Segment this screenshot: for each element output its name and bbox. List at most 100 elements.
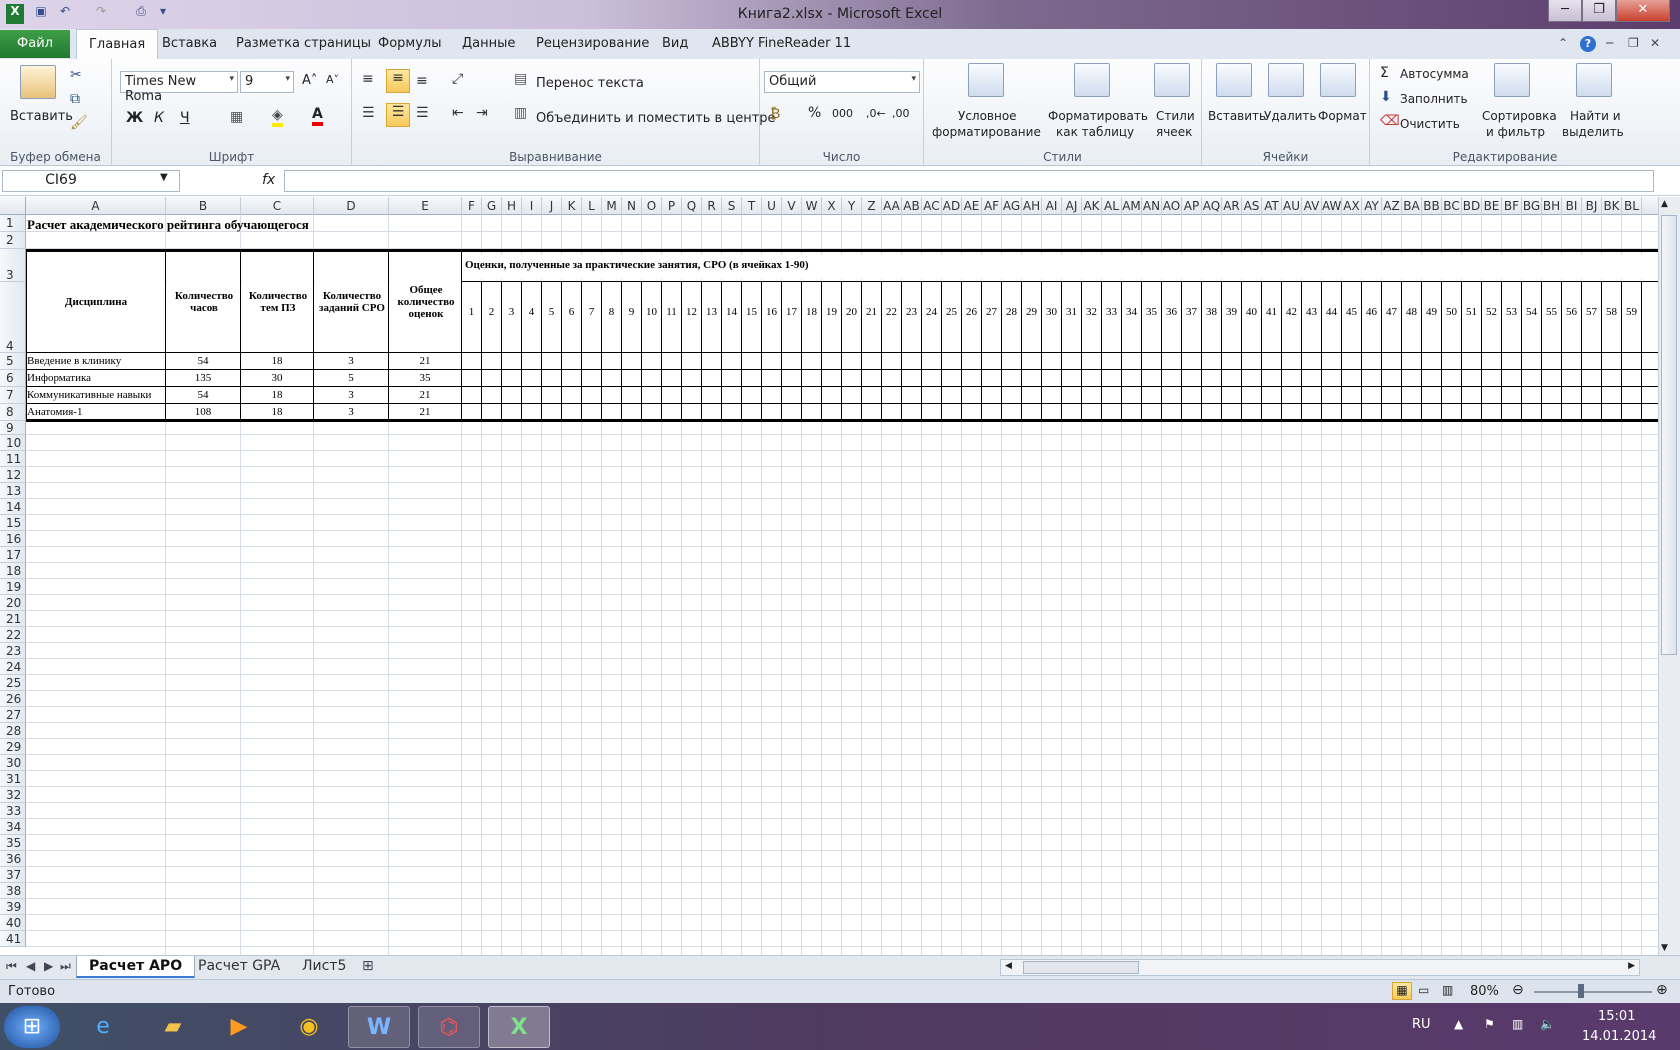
scroll-up-icon[interactable]: ▲ [1661,199,1668,209]
grade-number-cell[interactable]: 5 [542,306,561,322]
column-header-a[interactable]: A [26,197,166,215]
zoom-out-icon[interactable]: ⊖ [1512,982,1524,998]
header-grades[interactable]: Оценки, полученные за практические занят… [463,255,1658,279]
column-header-af[interactable]: AF [982,197,1002,215]
row-header-7[interactable]: 7 [0,387,26,404]
column-header-ai[interactable]: AI [1042,197,1062,215]
column-header-an[interactable]: AN [1142,197,1162,215]
column-header-z[interactable]: Z [862,197,882,215]
tab-page-layout[interactable]: Разметка страницы [236,36,371,51]
column-header-c[interactable]: C [241,197,314,215]
cell-styles-label[interactable]: Стили [1156,109,1195,123]
cell-tasks[interactable]: 3 [314,406,388,419]
column-header-q[interactable]: Q [682,197,702,215]
fill-button[interactable]: Заполнить [1400,92,1468,106]
paste-icon[interactable] [20,65,56,99]
grade-number-cell[interactable]: 34 [1122,306,1141,322]
format-as-table-label2[interactable]: как таблицу [1056,125,1134,139]
comma-style-icon[interactable]: 000 [832,107,853,120]
column-header-au[interactable]: AU [1282,197,1302,215]
column-header-k[interactable]: K [562,197,582,215]
cell-total[interactable]: 21 [389,406,461,419]
column-header-ab[interactable]: AB [902,197,922,215]
grade-number-cell[interactable]: 25 [942,306,961,322]
grade-number-cell[interactable]: 30 [1042,306,1061,322]
grade-number-cell[interactable]: 2 [482,306,501,322]
row-header-38[interactable]: 38 [0,883,26,899]
sheet-nav-first-icon[interactable]: ⏮ [6,959,17,974]
row-header-20[interactable]: 20 [0,595,26,611]
grade-number-cell[interactable]: 57 [1582,306,1601,322]
grade-number-cell[interactable]: 42 [1282,306,1301,322]
percent-icon[interactable]: % [808,105,821,121]
row-header-15[interactable]: 15 [0,515,26,531]
row-header-35[interactable]: 35 [0,835,26,851]
grow-font-icon[interactable]: A˄ [302,73,317,88]
media-player-icon[interactable]: ▶ [208,1006,270,1048]
column-header-bi[interactable]: BI [1562,197,1582,215]
column-header-ap[interactable]: AP [1182,197,1202,215]
action-center-icon[interactable]: ⚑ [1484,1017,1495,1031]
grade-number-cell[interactable]: 38 [1202,306,1221,322]
grade-number-cell[interactable]: 12 [682,306,701,322]
row-header-28[interactable]: 28 [0,723,26,739]
clear-icon[interactable]: ⌫ [1380,113,1400,129]
grade-number-cell[interactable]: 54 [1522,306,1541,322]
column-header-ad[interactable]: AD [942,197,962,215]
row-header-36[interactable]: 36 [0,851,26,867]
sheet-tab-gpa[interactable]: Расчет GPA [186,956,292,978]
copy-icon[interactable]: ⧉ [70,91,80,107]
grade-number-cell[interactable]: 36 [1162,306,1181,322]
column-header-at[interactable]: AT [1262,197,1282,215]
header-topics[interactable]: Количество тем ПЗ [242,253,314,351]
sort-filter-icon[interactable] [1494,63,1530,97]
cell-total[interactable]: 35 [389,372,461,385]
hscroll-thumb[interactable] [1023,961,1139,974]
row-header-34[interactable]: 34 [0,819,26,835]
cell-name[interactable]: Введение в клинику [26,355,165,368]
row-header-40[interactable]: 40 [0,915,26,931]
grade-number-cell[interactable]: 51 [1462,306,1481,322]
row-header-10[interactable]: 10 [0,435,26,451]
decrease-decimal-icon[interactable]: ,00 [892,107,910,120]
grade-number-cell[interactable]: 35 [1142,306,1161,322]
start-button[interactable]: ⊞ [4,1006,60,1048]
column-header-aj[interactable]: AJ [1062,197,1082,215]
column-header-l[interactable]: L [582,197,602,215]
row-header-9[interactable]: 9 [0,421,26,435]
cell-topics[interactable]: 18 [241,406,313,419]
underline-button[interactable]: Ч [180,110,190,126]
row-header-39[interactable]: 39 [0,899,26,915]
column-header-o[interactable]: O [642,197,662,215]
fill-color-icon[interactable]: ◈ [272,107,283,127]
grade-number-cell[interactable]: 47 [1382,306,1401,322]
column-header-am[interactable]: AM [1122,197,1142,215]
column-header-t[interactable]: T [742,197,762,215]
column-header-az[interactable]: AZ [1382,197,1402,215]
grade-number-cell[interactable]: 40 [1242,306,1261,322]
row-header-24[interactable]: 24 [0,659,26,675]
cell-hours[interactable]: 54 [166,389,240,402]
grade-number-cell[interactable]: 39 [1222,306,1241,322]
grade-number-cell[interactable]: 49 [1422,306,1441,322]
find-select-icon[interactable] [1576,63,1612,97]
align-middle-icon[interactable]: ≡ [386,69,410,93]
grade-number-cell[interactable]: 27 [982,306,1001,322]
wrap-text-button[interactable]: Перенос текста [536,76,644,91]
grade-number-cell[interactable]: 46 [1362,306,1381,322]
formula-input[interactable] [284,170,1654,192]
horizontal-scrollbar[interactable]: ◀ ▶ [1000,959,1640,976]
autosum-icon[interactable]: Σ [1380,65,1389,81]
worksheet-grid[interactable]: Расчет академического рейтинга обучающег… [26,215,1658,955]
column-header-bc[interactable]: BC [1442,197,1462,215]
tab-home[interactable]: Главная [76,29,159,60]
column-header-be[interactable]: BE [1482,197,1502,215]
row-header-21[interactable]: 21 [0,611,26,627]
row-header-22[interactable]: 22 [0,627,26,643]
row-header-25[interactable]: 25 [0,675,26,691]
column-header-bl[interactable]: BL [1622,197,1642,215]
hscroll-right-icon[interactable]: ▶ [1628,961,1635,971]
select-all-corner[interactable] [0,197,26,215]
italic-button[interactable]: К [154,110,164,126]
tab-review[interactable]: Рецензирование [536,36,649,51]
